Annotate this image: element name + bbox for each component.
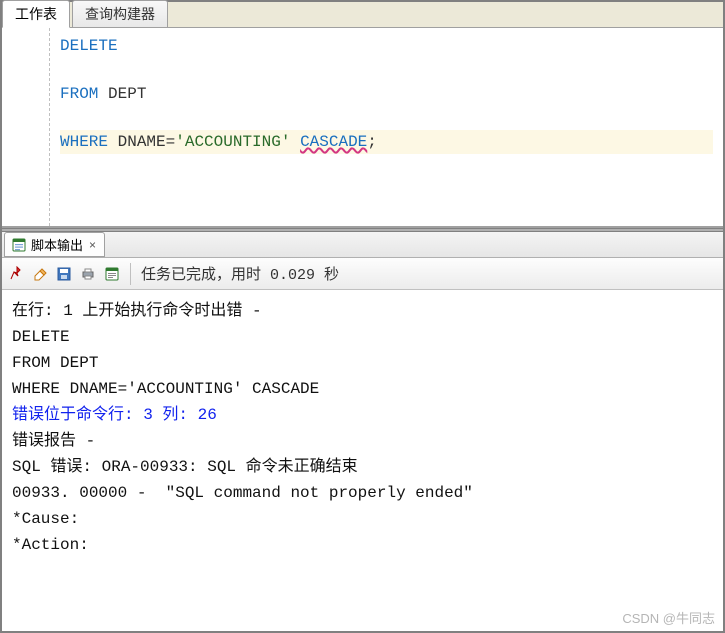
script-output[interactable]: 在行: 1 上开始执行命令时出错 -DELETEFROM DEPTWHERE D… (2, 290, 723, 566)
toolbar-separator (130, 263, 131, 285)
output-line: *Action: (12, 532, 713, 558)
output-line: 00933. 00000 - "SQL command not properly… (12, 480, 713, 506)
code-line: WHERE DNAME='ACCOUNTING' CASCADE; (60, 130, 713, 154)
editor-gutter (2, 28, 50, 226)
close-icon[interactable]: × (87, 238, 98, 252)
output-line: DELETE (12, 324, 713, 350)
tab-query-builder[interactable]: 查询构建器 (72, 0, 168, 27)
editor-content[interactable]: DELETE FROM DEPT WHERE DNAME='ACCOUNTING… (50, 28, 723, 226)
output-line: 错误报告 - (12, 428, 713, 454)
output-line: FROM DEPT (12, 350, 713, 376)
output-tabbar: 脚本输出 × (2, 232, 723, 258)
output-tab[interactable]: 脚本输出 × (4, 232, 105, 257)
output-line: 错误位于命令行: 3 列: 26 (12, 402, 713, 428)
task-status: 任务已完成，用时 0.029 秒 (141, 263, 339, 284)
watermark: CSDN @牛同志 (622, 608, 715, 627)
script-output-icon (11, 237, 27, 253)
editor-tabs: 工作表 查询构建器 (2, 2, 723, 28)
output-line: WHERE DNAME='ACCOUNTING' CASCADE (12, 376, 713, 402)
code-line: FROM DEPT (60, 82, 713, 106)
save-icon[interactable] (56, 266, 72, 282)
output-line: 在行: 1 上开始执行命令时出错 - (12, 298, 713, 324)
pin-icon[interactable] (8, 266, 24, 282)
output-line: SQL 错误: ORA-00933: SQL 命令未正确结束 (12, 454, 713, 480)
output-line: *Cause: (12, 506, 713, 532)
output-tab-label: 脚本输出 (31, 235, 83, 254)
output-toolbar: 任务已完成，用时 0.029 秒 (2, 258, 723, 290)
tab-worksheet[interactable]: 工作表 (2, 0, 70, 28)
print-icon[interactable] (80, 266, 96, 282)
eraser-icon[interactable] (32, 266, 48, 282)
sql-editor[interactable]: DELETE FROM DEPT WHERE DNAME='ACCOUNTING… (2, 28, 723, 228)
sql-text-icon[interactable] (104, 266, 120, 282)
code-line: DELETE (60, 34, 713, 58)
